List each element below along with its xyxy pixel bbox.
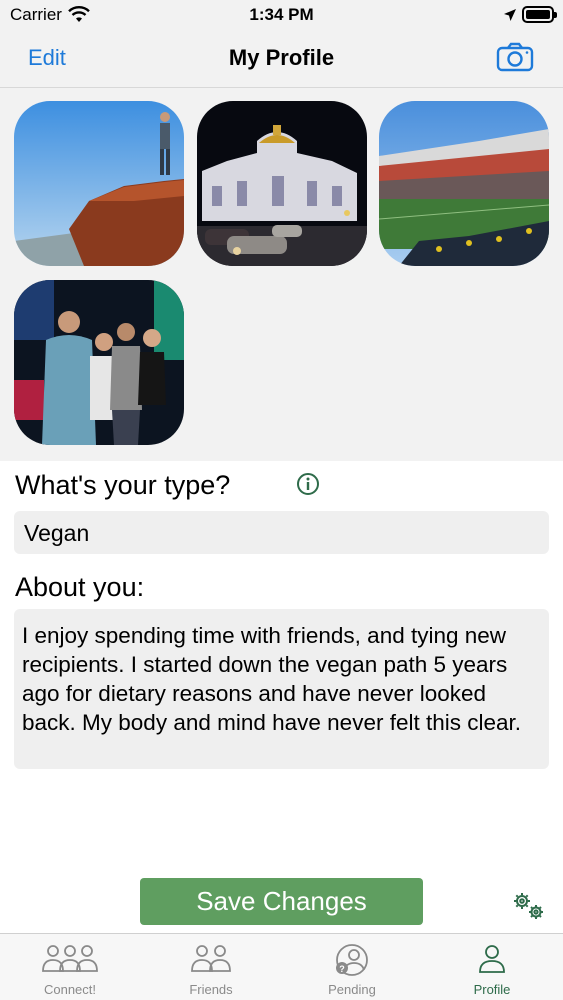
gears-icon[interactable] (510, 890, 548, 924)
two-people-icon (191, 945, 231, 972)
about-label: About you: (15, 572, 145, 602)
photo-stadium[interactable] (379, 101, 549, 266)
about-textarea[interactable]: I enjoy spending time with friends, and … (14, 609, 549, 769)
tab-profile[interactable]: Profile (422, 934, 562, 1000)
tab-pending[interactable]: ? Pending (282, 934, 422, 1000)
camera-icon[interactable] (496, 42, 534, 72)
photo-palace[interactable] (197, 101, 367, 266)
tab-friends[interactable]: Friends (141, 934, 281, 1000)
type-field[interactable]: Vegan (14, 511, 549, 554)
tab-connect[interactable]: Connect! (0, 934, 140, 1000)
photo-cliff[interactable] (14, 101, 184, 266)
tab-label: Connect! (43, 982, 97, 997)
photo-friends[interactable] (14, 280, 184, 445)
location-arrow-icon (504, 9, 516, 21)
person-icon (479, 945, 505, 973)
tab-label: Pending (328, 982, 376, 997)
navigation-bar: Edit My Profile (0, 30, 563, 88)
pending-person-icon: ? (336, 944, 368, 976)
tab-bar: Connect! Friends ? Pending Profile (0, 933, 563, 1000)
save-changes-button[interactable]: Save Changes (140, 878, 423, 925)
svg-text:?: ? (339, 964, 345, 974)
page-title: My Profile (228, 45, 335, 70)
status-time: 1:34 PM (249, 5, 314, 24)
type-label: What's your type? (15, 470, 231, 500)
tab-label: Friends (189, 982, 233, 997)
battery-icon (522, 6, 557, 23)
photo-grid (0, 88, 563, 461)
info-icon[interactable] (296, 472, 320, 496)
tab-label: Profile (473, 982, 511, 997)
status-bar: Carrier 1:34 PM (0, 0, 563, 30)
group-icon (42, 945, 98, 972)
